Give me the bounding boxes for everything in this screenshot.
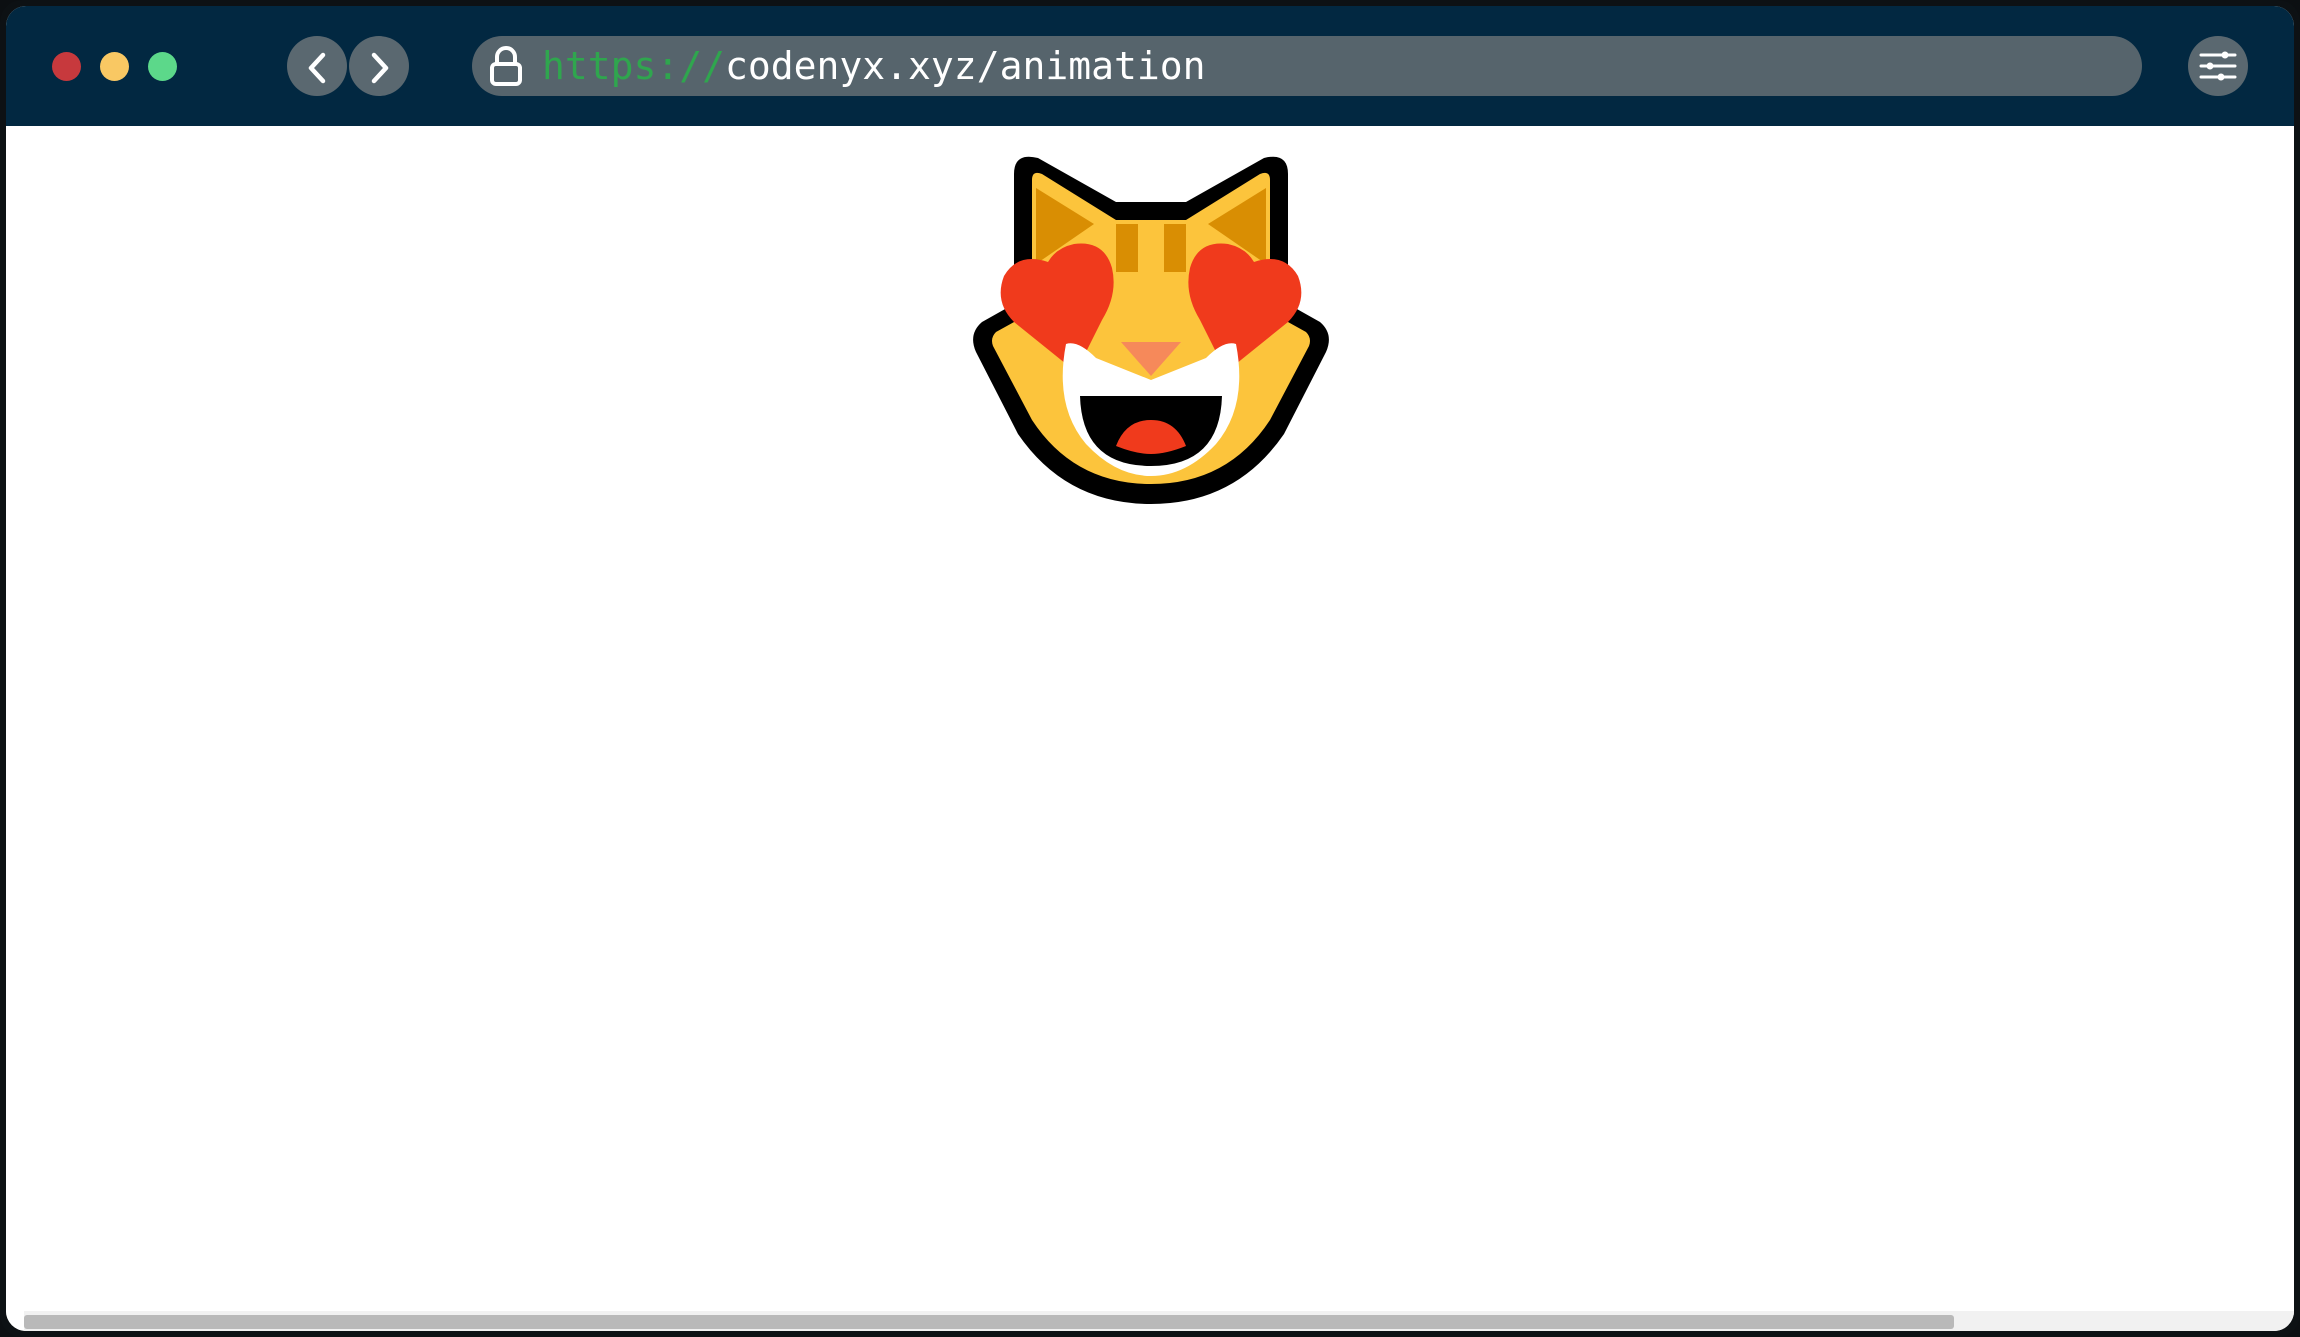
- address-bar[interactable]: https://codenyx.xyz/animation: [472, 36, 2142, 96]
- url-host-path: codenyx.xyz/animation: [725, 44, 1206, 88]
- back-button[interactable]: [287, 36, 347, 96]
- horizontal-scrollbar[interactable]: [24, 1311, 2294, 1331]
- url-text[interactable]: https://codenyx.xyz/animation: [542, 36, 1205, 96]
- maximize-window-button[interactable]: [148, 52, 177, 81]
- forward-button[interactable]: [349, 36, 409, 96]
- browser-window: https://codenyx.xyz/animation: [6, 6, 2294, 1331]
- smiling-cat-with-heart-eyes-icon: [973, 156, 1329, 504]
- browser-frame: https://codenyx.xyz/animation: [0, 0, 2300, 1337]
- minimize-window-button[interactable]: [100, 52, 129, 81]
- settings-button[interactable]: [2188, 36, 2248, 96]
- lock-icon: [490, 46, 522, 86]
- chevron-left-icon: [308, 52, 326, 84]
- browser-toolbar: https://codenyx.xyz/animation: [6, 6, 2294, 126]
- page-content: [6, 126, 2294, 1331]
- close-window-button[interactable]: [52, 52, 81, 81]
- scrollbar-thumb[interactable]: [24, 1315, 1954, 1329]
- url-scheme: https://: [542, 44, 726, 88]
- sliders-icon: [2199, 51, 2237, 81]
- chevron-right-icon: [371, 52, 389, 84]
